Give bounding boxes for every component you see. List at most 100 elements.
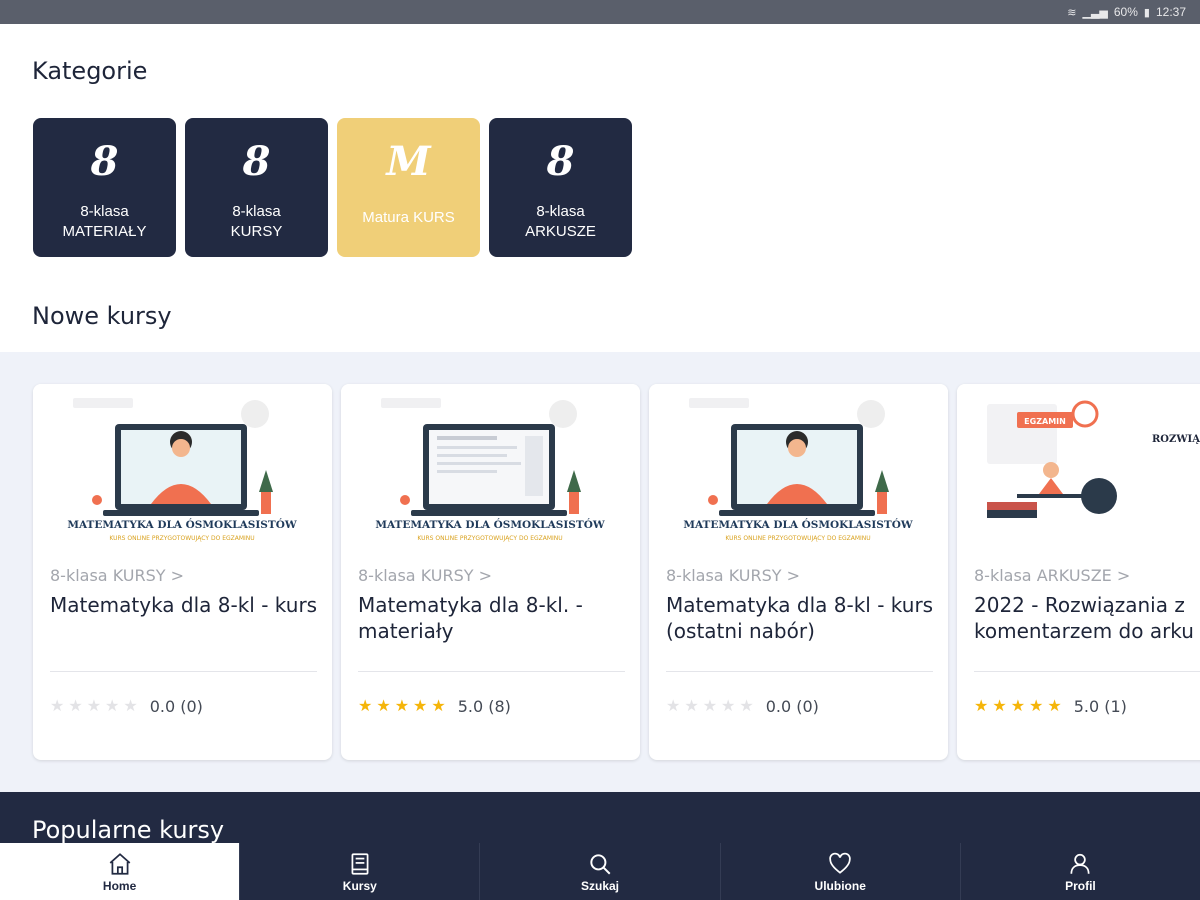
star-icon: ★ — [394, 698, 410, 715]
nav-kursy[interactable]: Kursy — [239, 843, 480, 900]
categories-title: Kategorie — [32, 57, 148, 85]
category-label-line1: 8-klasa — [536, 203, 585, 220]
category-label: Matura KURS — [362, 208, 455, 228]
clock: 12:37 — [1155, 5, 1186, 19]
course-category-link[interactable]: 8-klasa KURSY > — [358, 566, 492, 585]
category-8-arkusze[interactable]: 8 8-klasa ARKUSZE — [489, 118, 632, 257]
new-courses-title: Nowe kursy — [32, 302, 172, 330]
popular-courses-title: Popularne kursy — [32, 816, 225, 844]
categories-row: 8 8-klasa MATERIAŁY 8 8-klasa KURSY M Ma… — [33, 118, 632, 257]
thumb-subtitle: KURS ONLINE PRZYGOTOWUJĄCY DO EGZAMINU — [725, 535, 870, 542]
course-card[interactable]: EGZAMIN ROZWIĄ Z KOMENTAR 8-klasa ARKUSZ… — [957, 384, 1200, 760]
thumb-banner: MATEMATYKA DLA ÓSMOKLASISTÓW — [67, 517, 297, 531]
course-category-link[interactable]: 8-klasa KURSY > — [50, 566, 184, 585]
thumb-banner: MATEMATYKA DLA ÓSMOKLASISTÓW — [375, 517, 605, 531]
course-title: Matematyka dla 8-kl. - materiały — [358, 593, 583, 643]
course-title: Matematyka dla 8-kl - kurs — [50, 593, 318, 617]
star-icon: ★ — [50, 698, 65, 715]
new-courses-carousel[interactable]: MATEMATYKA DLA ÓSMOKLASISTÓW KURS ONLINE… — [0, 352, 1200, 792]
thumb-subtitle: EGZAMIN — [1024, 417, 1066, 426]
star-icon: ★ — [721, 698, 736, 715]
course-card[interactable]: MATEMATYKA DLA ÓSMOKLASISTÓW KURS ONLINE… — [649, 384, 948, 760]
course-thumbnail: EGZAMIN ROZWIĄ Z KOMENTAR — [957, 384, 1200, 554]
category-label-line2: MATERIAŁY — [62, 223, 147, 240]
teacher-laptop-illustration: MATEMATYKA DLA ÓSMOKLASISTÓW KURS ONLINE… — [683, 398, 913, 542]
divider — [358, 671, 625, 672]
thumb-banner: MATEMATYKA DLA ÓSMOKLASISTÓW — [683, 517, 913, 531]
nav-label: Kursy — [342, 878, 377, 893]
nav-ulubione[interactable]: Ulubione — [719, 843, 960, 900]
course-card[interactable]: MATEMATYKA DLA ÓSMOKLASISTÓW KURS ONLINE… — [33, 384, 332, 760]
star-icon: ★ — [105, 698, 120, 715]
category-matura-kurs[interactable]: M Matura KURS — [337, 118, 480, 257]
category-label-line1: Matura KURS — [362, 209, 455, 226]
search-icon — [590, 853, 611, 874]
star-icon: ★ — [974, 698, 989, 715]
rating-value: 0.0 (0) — [149, 696, 203, 716]
category-label-line1: 8-klasa — [80, 203, 129, 220]
teacher-laptop-illustration: MATEMATYKA DLA ÓSMOKLASISTÓW KURS ONLINE… — [67, 398, 297, 542]
category-glyph: M — [386, 138, 431, 185]
nav-label: Profil — [1065, 878, 1096, 893]
category-label-line2: ARKUSZE — [525, 223, 596, 240]
course-rating: ★ ★ ★ ★ ★ 0.0 (0) — [50, 696, 203, 716]
user-icon — [1070, 853, 1090, 874]
course-thumbnail: MATEMATYKA DLA ÓSMOKLASISTÓW KURS ONLINE… — [649, 384, 948, 554]
course-category-link[interactable]: 8-klasa KURSY > — [666, 566, 800, 585]
bottom-navigation: Home Kursy Szukaj Ulubione Profil — [0, 843, 1200, 900]
course-card[interactable]: MATEMATYKA DLA ÓSMOKLASISTÓW KURS ONLINE… — [341, 384, 640, 760]
nav-szukaj[interactable]: Szukaj — [479, 843, 720, 900]
divider — [50, 671, 317, 672]
star-icon: ★ — [123, 698, 138, 715]
course-thumbnail: MATEMATYKA DLA ÓSMOKLASISTÓW KURS ONLINE… — [341, 384, 640, 554]
star-icon: ★ — [1029, 698, 1044, 715]
wifi-icon: ≋ — [1067, 6, 1077, 19]
category-label: 8-klasa MATERIAŁY — [63, 202, 147, 242]
heart-icon — [829, 852, 851, 874]
star-icon: ★ — [68, 698, 83, 715]
nav-label: Szukaj — [581, 878, 620, 893]
rating-value: 5.0 (1) — [1073, 696, 1127, 716]
star-icon: ★ — [1010, 698, 1026, 715]
star-icon: ★ — [739, 698, 754, 715]
laptop-document-illustration: MATEMATYKA DLA ÓSMOKLASISTÓW KURS ONLINE… — [375, 398, 605, 542]
category-label-line1: 8-klasa — [232, 203, 281, 220]
status-bar: ≋ ▁▃▅ 60% ▮ 12:37 — [0, 0, 1200, 24]
category-label-line2: KURSY — [230, 223, 283, 240]
nav-home[interactable]: Home — [0, 843, 240, 900]
star-icon: ★ — [376, 698, 391, 715]
category-8-materialy[interactable]: 8 8-klasa MATERIAŁY — [33, 118, 176, 257]
course-thumbnail: MATEMATYKA DLA ÓSMOKLASISTÓW KURS ONLINE… — [33, 384, 332, 554]
exam-illustration: EGZAMIN ROZWIĄ Z KOMENTAR — [987, 400, 1200, 518]
category-glyph: 8 — [242, 138, 271, 185]
category-glyph: 8 — [546, 138, 575, 185]
divider — [666, 671, 933, 672]
star-icon: ★ — [992, 698, 1007, 715]
course-title: 2022 - Rozwiązania z komentarzem do arku — [974, 593, 1194, 643]
category-label: 8-klasa ARKUSZE — [525, 202, 596, 242]
star-icon: ★ — [1047, 698, 1062, 715]
battery-icon: ▮ — [1143, 6, 1150, 19]
thumb-banner: ROZWIĄ Z KOMENTAR — [1152, 434, 1200, 445]
course-title: Matematyka dla 8-kl - kurs (ostatni nabó… — [666, 593, 934, 643]
divider — [974, 671, 1200, 672]
nav-label: Ulubione — [814, 878, 866, 893]
battery-percent: 60% — [1113, 5, 1138, 19]
star-icon: ★ — [431, 698, 446, 715]
nav-label: Home — [102, 878, 137, 893]
course-rating: ★ ★ ★ ★ ★ 0.0 (0) — [666, 696, 819, 716]
star-icon: ★ — [413, 698, 428, 715]
course-category-link[interactable]: 8-klasa ARKUSZE > — [974, 566, 1130, 585]
star-icon: ★ — [666, 698, 681, 715]
star-icon: ★ — [86, 698, 102, 715]
category-8-kursy[interactable]: 8 8-klasa KURSY — [185, 118, 328, 257]
rating-value: 0.0 (0) — [765, 696, 819, 716]
book-icon — [351, 852, 369, 875]
course-rating: ★ ★ ★ ★ ★ 5.0 (8) — [358, 696, 511, 716]
category-label: 8-klasa KURSY — [231, 202, 283, 242]
nav-profil[interactable]: Profil — [959, 843, 1200, 900]
category-glyph: 8 — [90, 138, 119, 185]
rating-value: 5.0 (8) — [457, 696, 511, 716]
star-icon: ★ — [358, 698, 373, 715]
thumb-subtitle: KURS ONLINE PRZYGOTOWUJĄCY DO EGZAMINU — [417, 535, 562, 542]
